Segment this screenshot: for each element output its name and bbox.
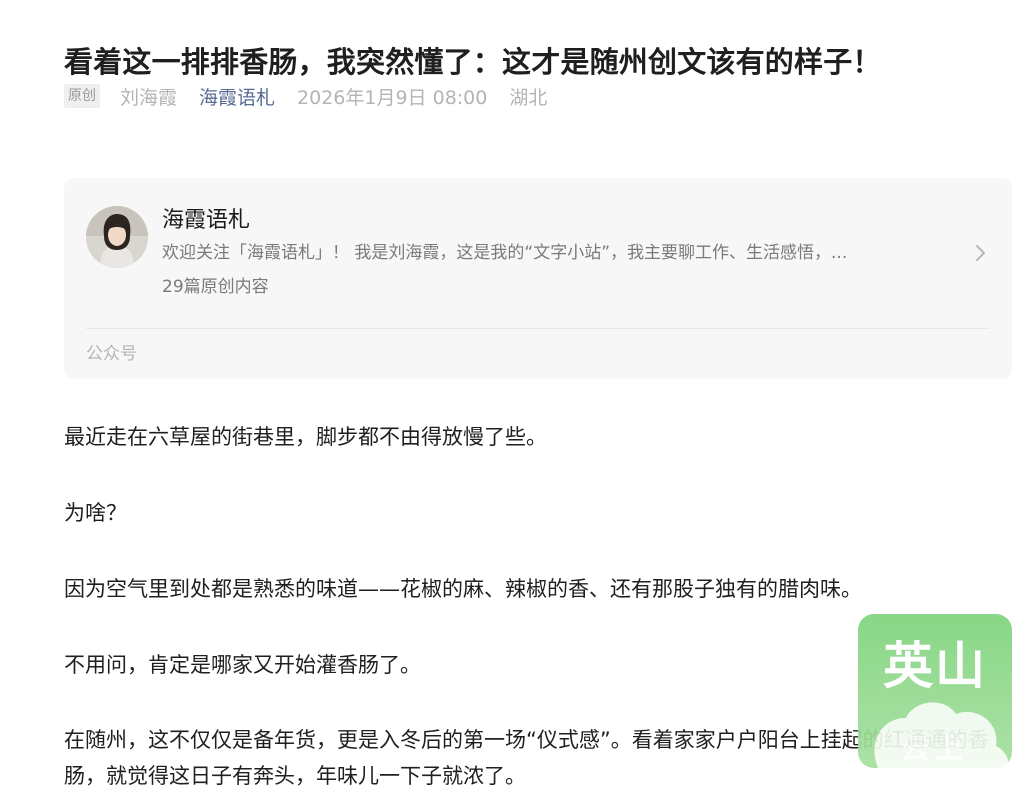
badge-subtitle: 云上 [900, 732, 969, 765]
paragraph: 为啥？ [64, 501, 127, 525]
profile-name: 海霞语札 [162, 208, 251, 233]
paragraph: 因为空气里到处都是熟悉的味道——花椒的麻、辣椒的香、还有那股子独有的腊肉味。 [64, 577, 862, 601]
profile-card[interactable]: 海霞语札 欢迎关注「海霞语札」！ 我是刘海霞，这是我的“文字小站”，我主要聊工作… [64, 178, 1012, 379]
avatar [86, 206, 148, 268]
article-page: 看着这一排排香肠，我突然懂了：这才是随州创文该有的样子！ 原创 刘海霞 海霞语札… [0, 0, 1032, 789]
original-tag: 原创 [64, 84, 100, 108]
paragraph: 最近走在六草屋的街巷里，脚步都不由得放慢了些。 [64, 425, 547, 449]
floating-brand-badge[interactable]: 英山 云上 [858, 614, 1012, 768]
profile-description: 欢迎关注「海霞语札」！ 我是刘海霞，这是我的“文字小站”，我主要聊工作、生活感悟… [162, 243, 848, 263]
publish-date: 2026年1月9日 08:00 [297, 86, 488, 109]
profile-photo-icon [86, 206, 148, 268]
chevron-right-icon [972, 240, 990, 266]
article-title: 看着这一排排香肠，我突然懂了：这才是随州创文该有的样子！ [64, 45, 882, 80]
original-count: 29篇原创内容 [162, 277, 269, 297]
publish-location: 湖北 [509, 86, 548, 109]
card-footer-label: 公众号 [86, 344, 137, 364]
author-name: 刘海霞 [120, 86, 178, 109]
article-meta: 原创 刘海霞 海霞语札 2026年1月9日 08:00 湖北 [64, 81, 547, 111]
account-link[interactable]: 海霞语札 [199, 83, 275, 110]
card-divider [86, 328, 990, 329]
